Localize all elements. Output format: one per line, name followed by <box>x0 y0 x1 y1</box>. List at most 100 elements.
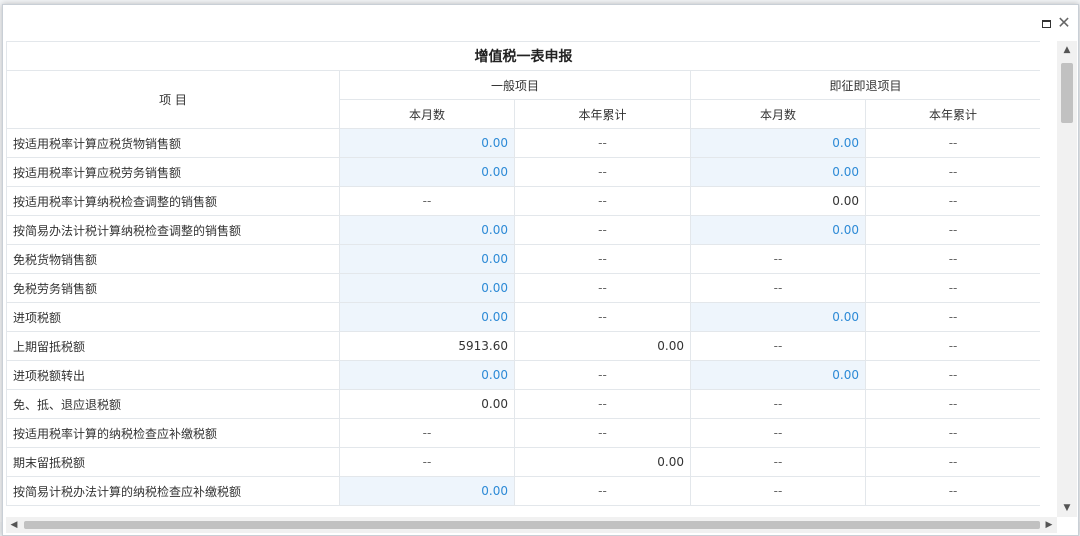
table-row: 上期留抵税额 5913.60 0.00 -- -- <box>6 331 1040 361</box>
row-label: 按适用税率计算应税劳务销售额 <box>6 157 340 187</box>
general-year-cell: 0.00 <box>514 331 691 361</box>
group-header-refund: 即征即退项目 <box>689 70 1040 100</box>
refund-year-cell: -- <box>864 418 1040 448</box>
general-year-cell: -- <box>514 157 691 187</box>
refund-month-cell[interactable]: 0.00 <box>690 128 866 158</box>
row-label: 按简易办法计税计算纳税检查调整的销售额 <box>6 215 340 245</box>
general-year-cell: 0.00 <box>514 447 691 477</box>
general-month-cell[interactable]: 0.00 <box>339 476 515 506</box>
refund-month-cell: 0.00 <box>690 186 866 216</box>
general-month-cell[interactable]: 0.00 <box>339 244 515 274</box>
close-icon[interactable]: ✕ <box>1057 15 1071 31</box>
refund-month-cell[interactable]: 0.00 <box>690 215 866 245</box>
general-year-cell: -- <box>514 273 691 303</box>
table-row: 免税劳务销售额 0.00 -- -- -- <box>6 273 1040 303</box>
row-label: 按简易计税办法计算的纳税检查应补缴税额 <box>6 476 340 506</box>
group-header-general: 一般项目 <box>339 70 691 100</box>
subheader-refund-year: 本年累计 <box>864 99 1040 129</box>
refund-year-cell: -- <box>864 331 1040 361</box>
table-body: 按适用税率计算应税货物销售额 0.00 -- 0.00 -- 按适用税率计算应税劳务销售额… <box>6 128 1040 506</box>
subheader-refund-month: 本月数 <box>690 99 866 129</box>
row-label: 免税劳务销售额 <box>6 273 340 303</box>
general-year-cell: -- <box>514 389 691 419</box>
general-month-cell[interactable]: 0.00 <box>339 302 515 332</box>
general-year-cell: -- <box>514 476 691 506</box>
general-month-cell[interactable]: 0.00 <box>339 157 515 187</box>
row-label: 按适用税率计算的纳税检查应补缴税额 <box>6 418 340 448</box>
general-year-cell: -- <box>514 186 691 216</box>
maximize-icon[interactable] <box>1039 16 1053 30</box>
general-month-cell[interactable]: 0.00 <box>339 215 515 245</box>
vertical-scrollbar[interactable]: ▲ ▼ <box>1057 41 1077 517</box>
refund-month-cell: -- <box>690 447 866 477</box>
row-label: 按适用税率计算应税货物销售额 <box>6 128 340 158</box>
general-year-cell: -- <box>514 128 691 158</box>
scroll-down-icon[interactable]: ▼ <box>1057 499 1077 517</box>
refund-year-cell: -- <box>864 273 1040 303</box>
vertical-scroll-thumb[interactable] <box>1061 63 1073 123</box>
general-month-cell[interactable]: 0.00 <box>339 273 515 303</box>
row-label: 进项税额转出 <box>6 360 340 390</box>
row-label: 免、抵、退应退税额 <box>6 389 340 419</box>
table-row: 按简易办法计税计算纳税检查调整的销售额 0.00 -- 0.00 -- <box>6 215 1040 245</box>
row-label: 进项税额 <box>6 302 340 332</box>
refund-month-cell: -- <box>690 331 866 361</box>
refund-month-cell: -- <box>690 244 866 274</box>
general-month-cell: -- <box>339 418 515 448</box>
horizontal-scrollbar[interactable]: ◀ ▶ <box>6 517 1057 533</box>
general-month-cell: -- <box>339 186 515 216</box>
refund-month-cell[interactable]: 0.00 <box>690 360 866 390</box>
refund-year-cell: -- <box>864 476 1040 506</box>
row-label: 按适用税率计算纳税检查调整的销售额 <box>6 186 340 216</box>
refund-year-cell: -- <box>864 389 1040 419</box>
table-row: 免税货物销售额 0.00 -- -- -- <box>6 244 1040 274</box>
horizontal-scroll-thumb[interactable] <box>24 521 1040 529</box>
column-header-item: 项 目 <box>6 70 340 129</box>
general-month-cell: 5913.60 <box>339 331 515 361</box>
row-label: 期末留抵税额 <box>6 447 340 477</box>
general-month-cell[interactable]: 0.00 <box>339 128 515 158</box>
refund-year-cell: -- <box>864 447 1040 477</box>
general-month-cell: 0.00 <box>339 389 515 419</box>
general-month-cell: -- <box>339 447 515 477</box>
refund-year-cell: -- <box>864 186 1040 216</box>
general-year-cell: -- <box>514 418 691 448</box>
table-row: 免、抵、退应退税额 0.00 -- -- -- <box>6 389 1040 419</box>
refund-year-cell: -- <box>864 244 1040 274</box>
refund-year-cell: -- <box>864 157 1040 187</box>
tax-return-dialog: ✕ 增值税一表申报 项 目 一般项目 即征即退项目 本月数 本年累计 本月数 本… <box>2 4 1079 536</box>
dialog-titlebar: ✕ <box>3 5 1078 41</box>
scroll-left-icon[interactable]: ◀ <box>6 517 22 533</box>
table-row: 按简易计税办法计算的纳税检查应补缴税额 0.00 -- -- -- <box>6 476 1040 506</box>
general-year-cell: -- <box>514 215 691 245</box>
table-row: 按适用税率计算的纳税检查应补缴税额 -- -- -- -- <box>6 418 1040 448</box>
scroll-right-icon[interactable]: ▶ <box>1041 517 1057 533</box>
refund-year-cell: -- <box>864 215 1040 245</box>
refund-month-cell: -- <box>690 418 866 448</box>
refund-year-cell: -- <box>864 128 1040 158</box>
general-year-cell: -- <box>514 302 691 332</box>
table-row: 按适用税率计算纳税检查调整的销售额 -- -- 0.00 -- <box>6 186 1040 216</box>
table-row: 期末留抵税额 -- 0.00 -- -- <box>6 447 1040 477</box>
refund-year-cell: -- <box>864 360 1040 390</box>
table-viewport: 增值税一表申报 项 目 一般项目 即征即退项目 本月数 本年累计 本月数 本年累… <box>6 41 1040 517</box>
refund-month-cell[interactable]: 0.00 <box>690 302 866 332</box>
refund-month-cell: -- <box>690 389 866 419</box>
subheader-general-month: 本月数 <box>339 99 515 129</box>
general-month-cell[interactable]: 0.00 <box>339 360 515 390</box>
refund-month-cell: -- <box>690 273 866 303</box>
row-label: 免税货物销售额 <box>6 244 340 274</box>
subheader-general-year: 本年累计 <box>514 99 691 129</box>
refund-month-cell[interactable]: 0.00 <box>690 157 866 187</box>
refund-year-cell: -- <box>864 302 1040 332</box>
scroll-up-icon[interactable]: ▲ <box>1057 41 1077 59</box>
row-label: 上期留抵税额 <box>6 331 340 361</box>
table-title: 增值税一表申报 <box>6 41 1040 71</box>
general-year-cell: -- <box>514 360 691 390</box>
vat-declaration-table: 增值税一表申报 项 目 一般项目 即征即退项目 本月数 本年累计 本月数 本年累… <box>6 41 1040 506</box>
table-row: 按适用税率计算应税货物销售额 0.00 -- 0.00 -- <box>6 128 1040 158</box>
table-row: 进项税额 0.00 -- 0.00 -- <box>6 302 1040 332</box>
table-row: 进项税额转出 0.00 -- 0.00 -- <box>6 360 1040 390</box>
refund-month-cell: -- <box>690 476 866 506</box>
general-year-cell: -- <box>514 244 691 274</box>
